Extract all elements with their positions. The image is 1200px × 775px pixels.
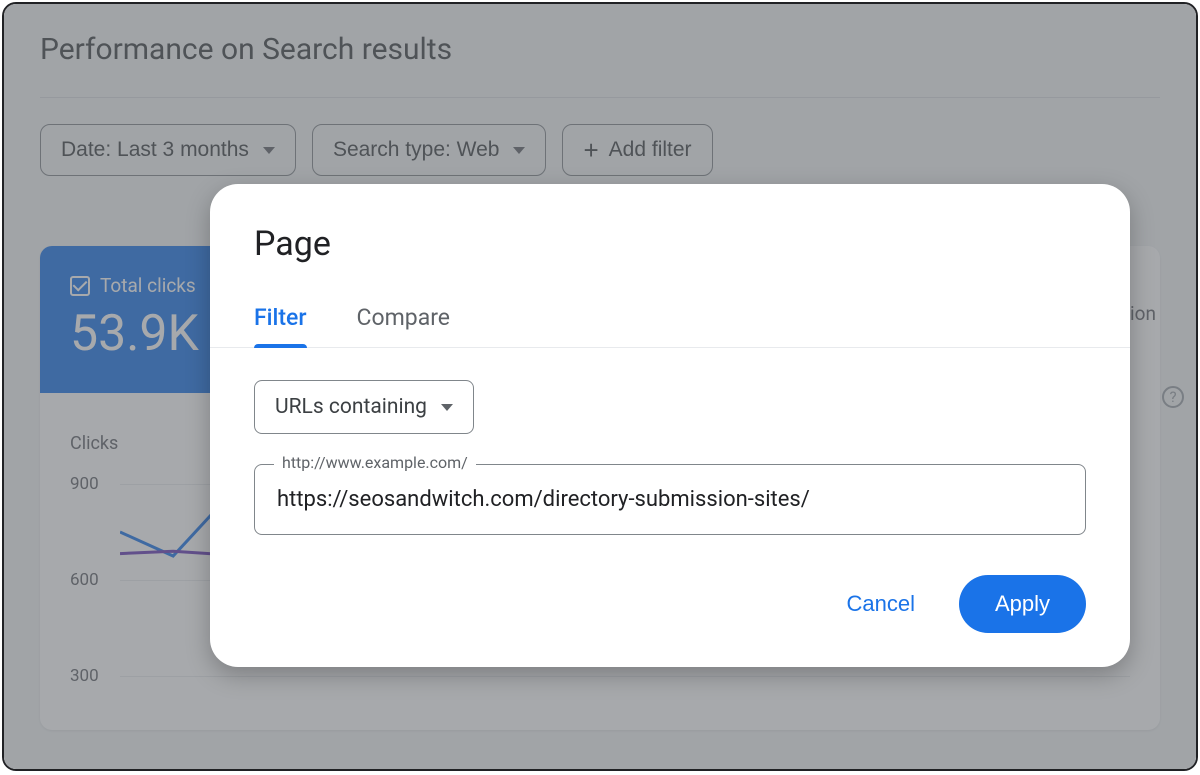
apply-button[interactable]: Apply [959,575,1086,633]
dialog-tabs: Filter Compare [210,304,1130,348]
tab-compare[interactable]: Compare [357,304,450,347]
dialog-title: Page [254,224,1086,264]
url-input-wrap: http://www.example.com/ [254,464,1086,535]
chevron-down-icon [441,404,453,411]
tab-filter[interactable]: Filter [254,304,307,347]
cancel-button[interactable]: Cancel [832,581,928,627]
url-input-floating-label: http://www.example.com/ [274,453,476,472]
page-filter-dialog: Page Filter Compare URLs containing http… [210,184,1130,667]
url-match-select[interactable]: URLs containing [254,380,474,434]
url-input[interactable] [254,464,1086,535]
dialog-actions: Cancel Apply [254,575,1086,633]
url-match-select-label: URLs containing [275,395,427,419]
